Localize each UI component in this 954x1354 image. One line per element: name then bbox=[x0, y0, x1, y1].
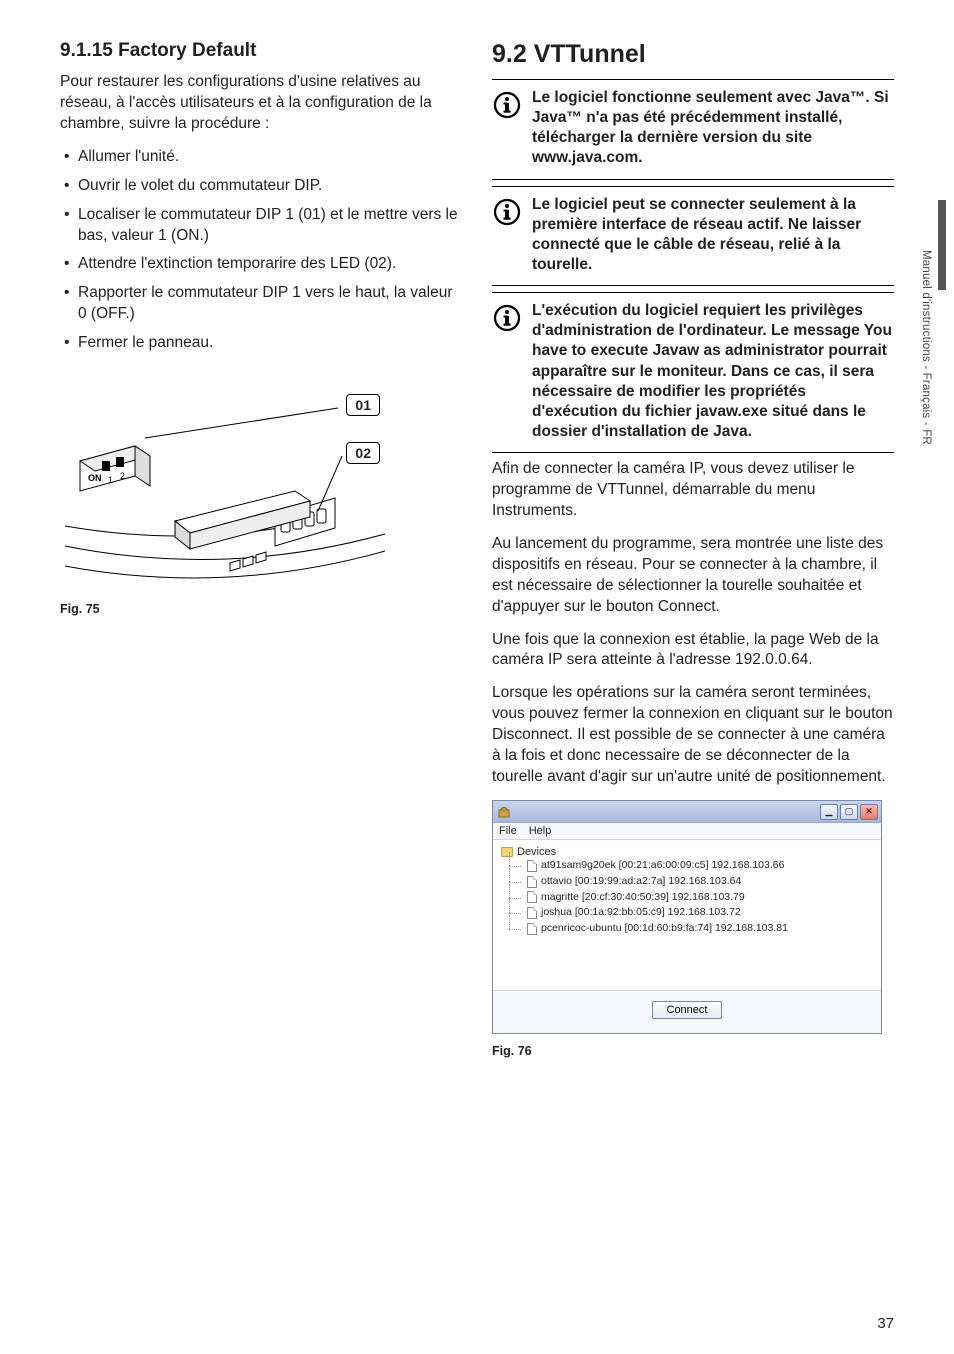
device-item[interactable]: joshua [00:1a:92:bb:05:c9] 192.168.103.7… bbox=[509, 905, 873, 921]
list-item: Localiser le commutateur DIP 1 (01) et l… bbox=[60, 205, 462, 247]
info-note-text: Le logiciel peut se connecter seulement … bbox=[532, 195, 894, 276]
device-item[interactable]: ottavio [00:19:99:ad:a2:7a] 192.168.103.… bbox=[509, 874, 873, 890]
body-paragraph: Lorsque les opérations sur la caméra ser… bbox=[492, 683, 894, 788]
section-heading-factory-default: 9.1.15 Factory Default bbox=[60, 40, 462, 62]
device-tree[interactable]: Devices at91sam9g20ek [00:21:a6:00:09:c5… bbox=[493, 840, 881, 990]
list-item: Attendre l'extinction temporarire des LE… bbox=[60, 254, 462, 275]
document-icon bbox=[527, 923, 537, 935]
svg-text:ON: ON bbox=[88, 473, 102, 483]
window-minimize-button[interactable]: ▁ bbox=[820, 804, 838, 820]
dip-switch-illustration: ON 1 2 bbox=[60, 366, 390, 596]
window-titlebar[interactable]: ▁ ▢ ✕ bbox=[493, 801, 881, 823]
body-paragraph: Au lancement du programme, sera montrée … bbox=[492, 534, 894, 618]
figure-caption-75: Fig. 75 bbox=[60, 602, 462, 616]
device-label: joshua [00:1a:92:bb:05:c9] 192.168.103.7… bbox=[541, 905, 741, 921]
device-item[interactable]: magritte [20:cf:30:40:50:39] 192.168.103… bbox=[509, 890, 873, 906]
intro-paragraph: Pour restaurer les configurations d'usin… bbox=[60, 72, 462, 135]
info-icon bbox=[492, 303, 522, 338]
side-tab bbox=[938, 200, 946, 290]
window-close-button[interactable]: ✕ bbox=[860, 804, 878, 820]
connect-button[interactable]: Connect bbox=[652, 1001, 723, 1019]
side-label: Manuel d'instructions - Français - FR bbox=[920, 250, 932, 445]
info-note-text: Le logiciel fonctionne seulement avec Ja… bbox=[532, 88, 894, 169]
device-label: ottavio [00:19:99:ad:a2:7a] 192.168.103.… bbox=[541, 874, 741, 890]
vttunnel-window: ▁ ▢ ✕ File Help Devices at91sam9g20ek [0… bbox=[492, 800, 882, 1034]
app-icon bbox=[497, 805, 511, 819]
info-icon bbox=[492, 90, 522, 125]
svg-text:1: 1 bbox=[108, 475, 113, 485]
info-note-2: Le logiciel peut se connecter seulement … bbox=[492, 186, 894, 287]
window-maximize-button[interactable]: ▢ bbox=[840, 804, 858, 820]
procedure-list: Allumer l'unité. Ouvrir le volet du comm… bbox=[60, 147, 462, 354]
document-icon bbox=[527, 860, 537, 872]
device-item[interactable]: pcenricoc-ubuntu [00:1d:60:b9:fa:74] 192… bbox=[509, 921, 873, 937]
list-item: Fermer le panneau. bbox=[60, 333, 462, 354]
document-icon bbox=[527, 891, 537, 903]
menu-help[interactable]: Help bbox=[529, 825, 552, 837]
page-number: 37 bbox=[877, 1315, 894, 1332]
section-heading-vttunnel: 9.2 VTTunnel bbox=[492, 40, 894, 69]
device-label: magritte [20:cf:30:40:50:39] 192.168.103… bbox=[541, 890, 745, 906]
list-item: Allumer l'unité. bbox=[60, 147, 462, 168]
document-icon bbox=[527, 876, 537, 888]
device-item[interactable]: at91sam9g20ek [00:21:a6:00:09:c5] 192.16… bbox=[509, 858, 873, 874]
callout-01: 01 bbox=[346, 394, 380, 416]
info-icon bbox=[492, 197, 522, 232]
folder-icon bbox=[501, 847, 513, 857]
menu-file[interactable]: File bbox=[499, 825, 517, 837]
callout-02: 02 bbox=[346, 442, 380, 464]
device-label: pcenricoc-ubuntu [00:1d:60:b9:fa:74] 192… bbox=[541, 921, 788, 937]
body-paragraph: Une fois que la connexion est établie, l… bbox=[492, 630, 894, 672]
list-item: Ouvrir le volet du commutateur DIP. bbox=[60, 176, 462, 197]
info-note-1: Le logiciel fonctionne seulement avec Ja… bbox=[492, 79, 894, 180]
list-item: Rapporter le commutateur DIP 1 vers le h… bbox=[60, 283, 462, 325]
device-label: at91sam9g20ek [00:21:a6:00:09:c5] 192.16… bbox=[541, 858, 784, 874]
document-icon bbox=[527, 907, 537, 919]
svg-text:2: 2 bbox=[120, 471, 125, 481]
figure-caption-76: Fig. 76 bbox=[492, 1044, 894, 1058]
tree-root-label: Devices bbox=[517, 846, 556, 858]
info-note-3: L'exécution du logiciel requiert les pri… bbox=[492, 292, 894, 453]
body-paragraph: Afin de connecter la caméra IP, vous dev… bbox=[492, 459, 894, 522]
info-note-text: L'exécution du logiciel requiert les pri… bbox=[532, 301, 894, 442]
